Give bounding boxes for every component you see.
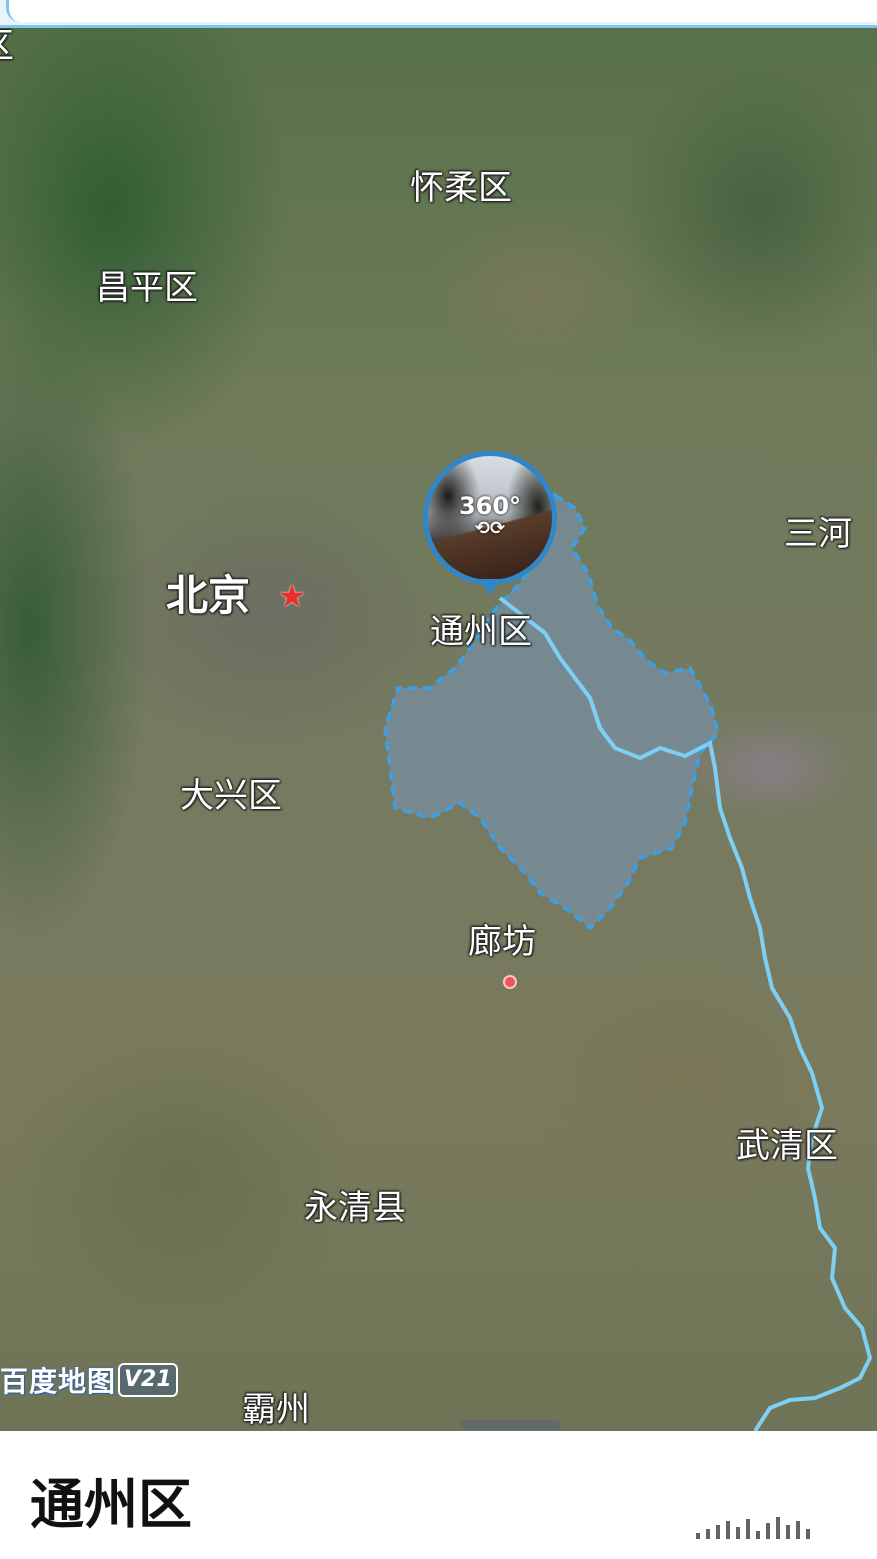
map-label-tongzhou[interactable]: 通州区 <box>430 612 532 652</box>
map-label-huairou[interactable]: 怀柔区 <box>410 168 512 208</box>
panorama-marker[interactable]: 360° ⟲⟳ <box>423 451 557 595</box>
place-title: 通州区 <box>30 1473 192 1536</box>
place-info-sheet[interactable]: 通州区 <box>0 1431 877 1559</box>
map-watermark: 百度地图 V21 <box>0 1363 178 1398</box>
map-label-sanhe[interactable]: 三河 <box>784 514 852 554</box>
watermark-version: V21 <box>118 1363 178 1397</box>
map-overlay <box>383 492 873 1431</box>
satellite-map[interactable]: 区 怀柔区 昌平区 北京 ★ 三河 通州区 大兴区 廊坊 武清区 永清县 霸州 … <box>0 28 877 1431</box>
marker-pointer-icon <box>479 579 501 595</box>
map-label-changping[interactable]: 昌平区 <box>96 268 198 308</box>
langfang-city-dot <box>503 975 517 989</box>
map-label-beijing[interactable]: 北京 <box>166 572 250 620</box>
map-label-daxing[interactable]: 大兴区 <box>180 776 282 816</box>
watermark-brand: 百度地图 <box>0 1365 117 1398</box>
map-label-langfang[interactable]: 廊坊 <box>468 922 536 962</box>
rotate-arrow-icon: ⟲⟳ <box>474 518 506 539</box>
search-bar-container <box>0 0 877 28</box>
search-bar[interactable] <box>6 0 877 22</box>
map-label-edge: 区 <box>0 28 14 66</box>
source-watermark-icon <box>696 1515 856 1539</box>
map-label-yongqing[interactable]: 永清县 <box>304 1188 406 1228</box>
capital-star-icon: ★ <box>277 577 307 615</box>
sheet-drag-handle[interactable] <box>460 1420 560 1430</box>
pano-360-icon: 360° ⟲⟳ <box>457 491 523 541</box>
map-label-bazhou[interactable]: 霸州 <box>242 1390 310 1430</box>
map-label-wuqing[interactable]: 武清区 <box>736 1126 838 1166</box>
pano-360-text: 360° <box>458 492 522 520</box>
